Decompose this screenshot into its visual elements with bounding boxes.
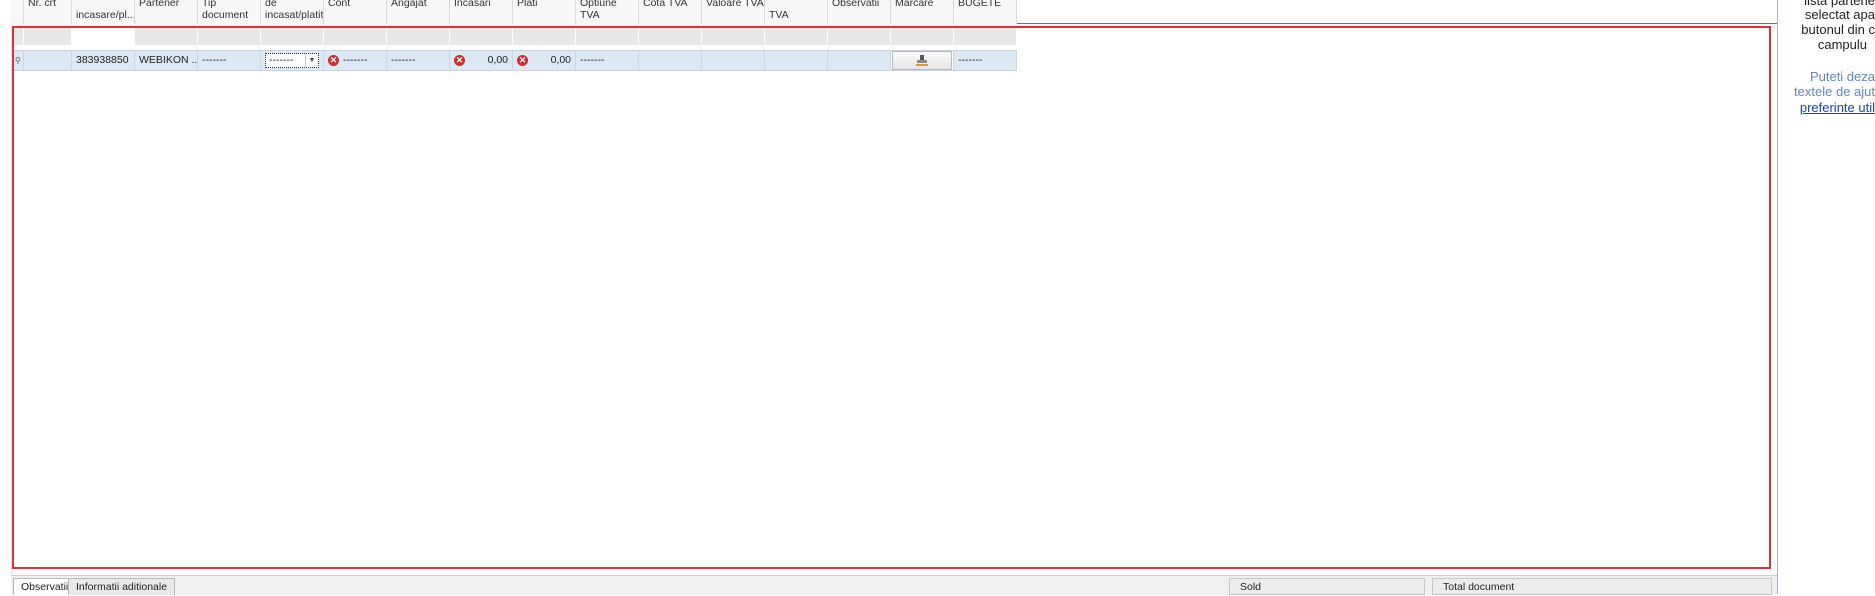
header-tva[interactable]: TVA	[765, 0, 828, 24]
help-line: campulu	[1817, 37, 1867, 52]
header-nr-crt[interactable]: Nr. crt	[24, 0, 72, 24]
grid-header: Nr. crt incasare/pl... Partener Tip docu…	[11, 0, 1017, 24]
grid-left-rail	[0, 0, 12, 594]
tab-observatii[interactable]: Observatii	[13, 578, 77, 595]
grid-focus-frame	[12, 26, 1771, 569]
bottom-bar: Observatii Informatii aditionale Sold To…	[11, 575, 1777, 595]
help-hint-line: textele de ajut	[1794, 84, 1875, 99]
header-document[interactable]: incasare/pl...	[72, 0, 135, 24]
help-panel: lista partene selectat apa butonul din c…	[1778, 0, 1875, 594]
header-incasari[interactable]: Incasari	[450, 0, 513, 24]
header-marcare[interactable]: Marcare	[891, 0, 954, 24]
help-line: selectat apa	[1804, 7, 1875, 22]
header-indicator	[11, 0, 24, 24]
header-cont[interactable]: Cont	[324, 0, 387, 24]
header-observatii[interactable]: Observatii	[828, 0, 891, 24]
header-angajat[interactable]: Angajat	[387, 0, 450, 24]
header-modalitate[interactable]: de incasat/platit	[261, 0, 324, 24]
header-optiune-tva[interactable]: Optiune TVA	[576, 0, 639, 24]
header-cota-tva[interactable]: Cota TVA	[639, 0, 702, 24]
header-valoare-tva[interactable]: Valoare TVA	[702, 0, 765, 24]
help-line: butonul din c	[1801, 22, 1875, 37]
header-bugete[interactable]: BUGETE	[954, 0, 1017, 24]
header-plati[interactable]: Plati	[513, 0, 576, 24]
tab-informatii-aditionale[interactable]: Informatii aditionale	[68, 578, 176, 595]
preferinte-link[interactable]: preferinte util	[1800, 100, 1875, 115]
help-hint-line: Puteti deza	[1809, 69, 1875, 84]
sold-field: Sold	[1229, 578, 1425, 595]
total-document-field: Total document	[1432, 578, 1772, 595]
header-tip-document[interactable]: Tip document	[198, 0, 261, 24]
header-partener[interactable]: Partener	[135, 0, 198, 24]
